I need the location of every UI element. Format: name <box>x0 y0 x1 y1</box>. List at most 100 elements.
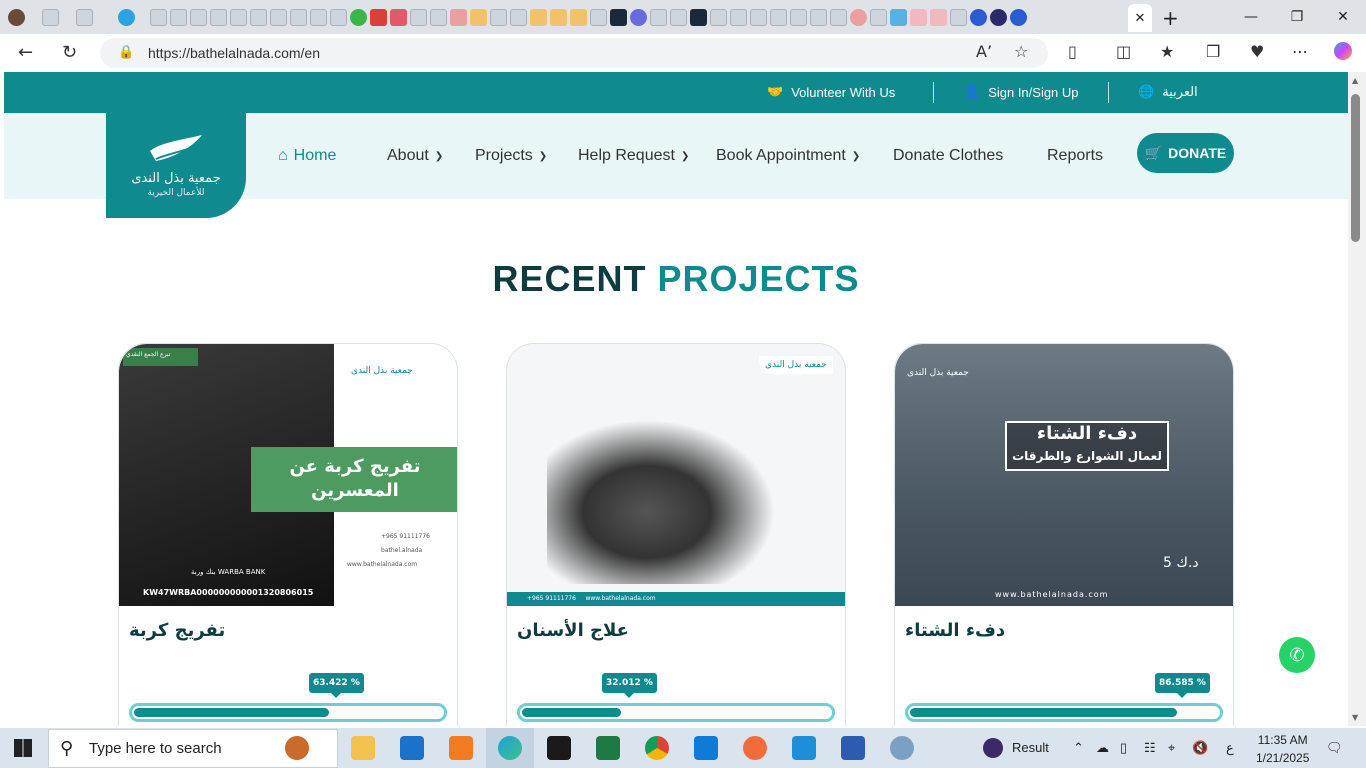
nav-home-label[interactable]: Home <box>294 147 337 165</box>
url-field[interactable]: https://bathelalnada.com/en <box>100 38 1048 68</box>
url-text[interactable]: https://bathelalnada.com/en <box>148 45 320 61</box>
project-image[interactable]: جمعية بذل الندى +965 91111776 www.bathel… <box>507 344 845 606</box>
window-close-button[interactable]: ✕ <box>1320 0 1366 34</box>
refresh-icon[interactable]: ↻ <box>62 42 77 63</box>
search-tab-icon[interactable] <box>1010 8 1027 26</box>
badge-tab-icon[interactable] <box>350 8 367 26</box>
windows-start-icon[interactable] <box>14 739 32 757</box>
performance-icon[interactable]: ♥ <box>1250 42 1264 61</box>
tab-icon[interactable] <box>890 8 907 26</box>
tab-icon[interactable] <box>870 8 887 26</box>
tab-icon[interactable] <box>510 8 527 26</box>
page-scrollbar[interactable]: ▲ ▼ <box>1348 72 1366 726</box>
edge-icon[interactable] <box>498 736 522 760</box>
settings-tab-icon[interactable] <box>630 8 647 26</box>
copilot-icon[interactable] <box>1334 42 1352 60</box>
active-tab-close-button[interactable]: ✕ <box>1128 4 1152 32</box>
tab-icon[interactable] <box>910 8 927 26</box>
battery-icon[interactable]: ▯ <box>1120 740 1127 756</box>
excel-icon[interactable] <box>596 736 620 760</box>
volunteer-link[interactable]: 🤝 Volunteer With Us <box>767 84 895 100</box>
github-tab-icon[interactable] <box>770 8 787 26</box>
read-aloud-icon[interactable]: A’ <box>976 42 992 61</box>
search-tab-icon[interactable] <box>810 8 827 26</box>
nav-book-appointment[interactable]: Book Appointment ❯ <box>716 147 860 165</box>
extensions-icon[interactable]: ▯ <box>1068 42 1077 61</box>
whatsapp-chat-button[interactable]: ✆ <box>1279 637 1315 673</box>
postgres-icon[interactable] <box>890 736 914 760</box>
search-tab-icon[interactable] <box>950 8 967 26</box>
phpstorm-icon[interactable] <box>547 736 571 760</box>
tab-icon[interactable] <box>430 8 447 26</box>
nav-about[interactable]: About ❯ <box>387 147 443 165</box>
nav-projects[interactable]: Projects ❯ <box>475 147 547 165</box>
nav-home[interactable]: ⌂ Home <box>278 147 336 165</box>
search-tab-icon[interactable] <box>970 8 987 26</box>
tab-icon[interactable] <box>790 8 807 26</box>
folder-tab-icon[interactable] <box>570 8 587 26</box>
xampp-icon[interactable] <box>449 736 473 760</box>
tab-icon[interactable] <box>410 8 427 26</box>
scrollbar-thumb[interactable] <box>1351 94 1360 242</box>
outlook-icon[interactable] <box>400 736 424 760</box>
telegram-tab-icon[interactable] <box>118 8 135 26</box>
tab-icon[interactable] <box>850 8 867 26</box>
chrome-icon[interactable] <box>645 736 669 760</box>
chevron-up-icon[interactable]: ⌃ <box>1073 740 1084 756</box>
vscode-icon[interactable] <box>694 736 718 760</box>
project-title[interactable]: دفء الشتاء <box>905 620 1005 641</box>
new-tab-button[interactable]: + <box>1162 6 1179 30</box>
taskbar-search-text[interactable]: Type here to search <box>89 740 222 757</box>
project-title[interactable]: تفريج كربة <box>129 620 225 641</box>
close-icon[interactable]: ✕ <box>1135 11 1146 26</box>
github-tab-icon[interactable] <box>750 8 767 26</box>
tab-icon[interactable] <box>150 8 167 26</box>
react-tab-icon[interactable] <box>610 8 627 26</box>
github-tab-icon[interactable] <box>330 8 347 26</box>
result-label[interactable]: Result <box>1012 740 1049 755</box>
donate-label[interactable]: DONATE <box>1168 145 1226 161</box>
project-card[interactable]: تبرع الجمع النقدي جمعية بذل الندى تفريج … <box>118 343 458 726</box>
folder-tab-icon[interactable] <box>530 8 547 26</box>
volume-mute-icon[interactable]: 🔇 <box>1192 740 1208 756</box>
tab-icon[interactable] <box>590 8 607 26</box>
language-label[interactable]: العربية <box>1162 84 1198 100</box>
scroll-down-icon[interactable]: ▼ <box>1352 713 1358 722</box>
tab-icon[interactable] <box>230 8 247 26</box>
more-menu-icon[interactable]: ⋯ <box>1292 42 1308 61</box>
postman-icon[interactable] <box>743 736 767 760</box>
search-tab-icon[interactable] <box>710 8 727 26</box>
project-image[interactable]: جمعية بذل الندى دفء الشتاء لعمال الشوارع… <box>895 344 1233 606</box>
nav-about-label[interactable]: About <box>387 147 429 165</box>
collections-icon[interactable]: ❐ <box>1206 42 1220 61</box>
tab-icon[interactable] <box>310 8 327 26</box>
volunteer-label[interactable]: Volunteer With Us <box>791 85 895 100</box>
tab-icon[interactable] <box>930 8 947 26</box>
project-card[interactable]: جمعية بذل الندى +965 91111776 www.bathel… <box>506 343 846 726</box>
tab-icon[interactable] <box>250 8 267 26</box>
workspaces-icon[interactable] <box>42 8 59 26</box>
cloud-icon[interactable]: ☁ <box>1096 740 1109 756</box>
search-tab-icon[interactable] <box>830 8 847 26</box>
profile-avatar-icon[interactable] <box>8 8 25 26</box>
pdf-tab-icon[interactable] <box>450 8 467 26</box>
donate-button[interactable]: 🛒 DONATE <box>1137 133 1234 173</box>
tab-icon[interactable] <box>170 8 187 26</box>
folder-tab-icon[interactable] <box>470 8 487 26</box>
back-arrow-icon[interactable]: ← <box>18 42 33 63</box>
signin-label[interactable]: Sign In/Sign Up <box>988 85 1078 100</box>
nav-projects-label[interactable]: Projects <box>475 147 533 165</box>
favorites-icon[interactable]: ★ <box>1160 42 1174 61</box>
signin-link[interactable]: 👤 Sign In/Sign Up <box>964 84 1079 100</box>
tab-icon[interactable] <box>990 8 1007 26</box>
input-language[interactable]: ع <box>1226 740 1234 756</box>
nav-help-request-label[interactable]: Help Request <box>578 147 675 165</box>
github-tab-icon[interactable] <box>730 8 747 26</box>
favorite-star-icon[interactable]: ☆ <box>1014 42 1028 61</box>
split-screen-icon[interactable]: ◫ <box>1116 42 1131 61</box>
system-clock[interactable]: 11:35 AM 1/21/2025 <box>1256 731 1309 767</box>
folder-tab-icon[interactable] <box>550 8 567 26</box>
wifi-icon[interactable]: ⌖ <box>1168 740 1175 756</box>
notifications-icon[interactable]: 🗨 <box>1326 740 1343 756</box>
tab-icon[interactable] <box>490 8 507 26</box>
